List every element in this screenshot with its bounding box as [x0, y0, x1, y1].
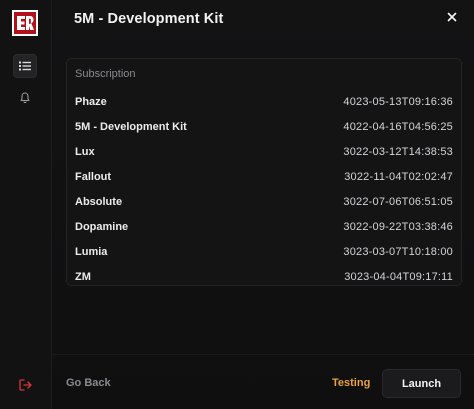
table-row: Dopamine 3022-09-22T03:38:46 [67, 214, 461, 239]
go-back-button[interactable]: Go Back [66, 377, 111, 389]
page-title: 5M - Development Kit [74, 11, 224, 27]
subscription-name: Fallout [75, 170, 112, 183]
nav-notifications-button[interactable] [13, 86, 37, 110]
testing-toggle[interactable]: Testing [332, 377, 370, 389]
nav-subscriptions-button[interactable] [13, 54, 37, 78]
close-button[interactable] [444, 9, 460, 25]
table-header: Subscription [75, 68, 136, 80]
table-row: Lux 3022-03-12T14:38:53 [67, 139, 461, 164]
table-row: Fallout 3022-11-04T02:02:47 [67, 164, 461, 189]
subscription-date: 3023-03-07T10:18:00 [343, 245, 453, 258]
subscription-date: 3022-09-22T03:38:46 [343, 220, 453, 233]
table-row: Phaze 4023-05-13T09:16:36 [67, 89, 461, 114]
logout-button[interactable] [14, 374, 36, 396]
close-icon [447, 12, 457, 22]
subscription-date: 4022-04-16T04:56:25 [343, 120, 453, 133]
subscription-name: Dopamine [75, 220, 129, 233]
sidebar [0, 0, 52, 409]
app-logo [12, 10, 38, 36]
footer-bar: Go Back Testing Launch [53, 354, 474, 409]
table-row: Lumia 3023-03-07T10:18:00 [67, 239, 461, 264]
app-window: 5M - Development Kit Subscription Phaze … [0, 0, 474, 409]
subscription-name: ZM [75, 270, 91, 283]
table-row: Absolute 3022-07-06T06:51:05 [67, 189, 461, 214]
subscription-date: 4023-05-13T09:16:36 [343, 95, 453, 108]
subscription-name: Lux [75, 145, 95, 158]
subscription-name: 5M - Development Kit [75, 120, 187, 133]
subscription-date: 3022-03-12T14:38:53 [343, 145, 453, 158]
subscription-table: Subscription Phaze 4023-05-13T09:16:36 5… [66, 58, 462, 286]
subscription-date: 3022-11-04T02:02:47 [344, 170, 453, 183]
subscription-name: Phaze [75, 95, 107, 108]
list-icon [19, 61, 31, 71]
subscription-date: 3023-04-04T09:17:11 [344, 270, 453, 283]
launch-button[interactable]: Launch [382, 369, 461, 398]
subscription-name: Absolute [75, 195, 123, 208]
table-row: ZM 3023-04-04T09:17:11 [67, 264, 461, 289]
subscription-date: 3022-07-06T06:51:05 [343, 195, 453, 208]
table-row: 5M - Development Kit 4022-04-16T04:56:25 [67, 114, 461, 139]
bell-icon [20, 92, 30, 104]
logout-icon [18, 379, 32, 391]
logo-mark-icon [17, 16, 34, 30]
subscription-name: Lumia [75, 245, 108, 258]
main-content: 5M - Development Kit Subscription Phaze … [53, 0, 474, 409]
